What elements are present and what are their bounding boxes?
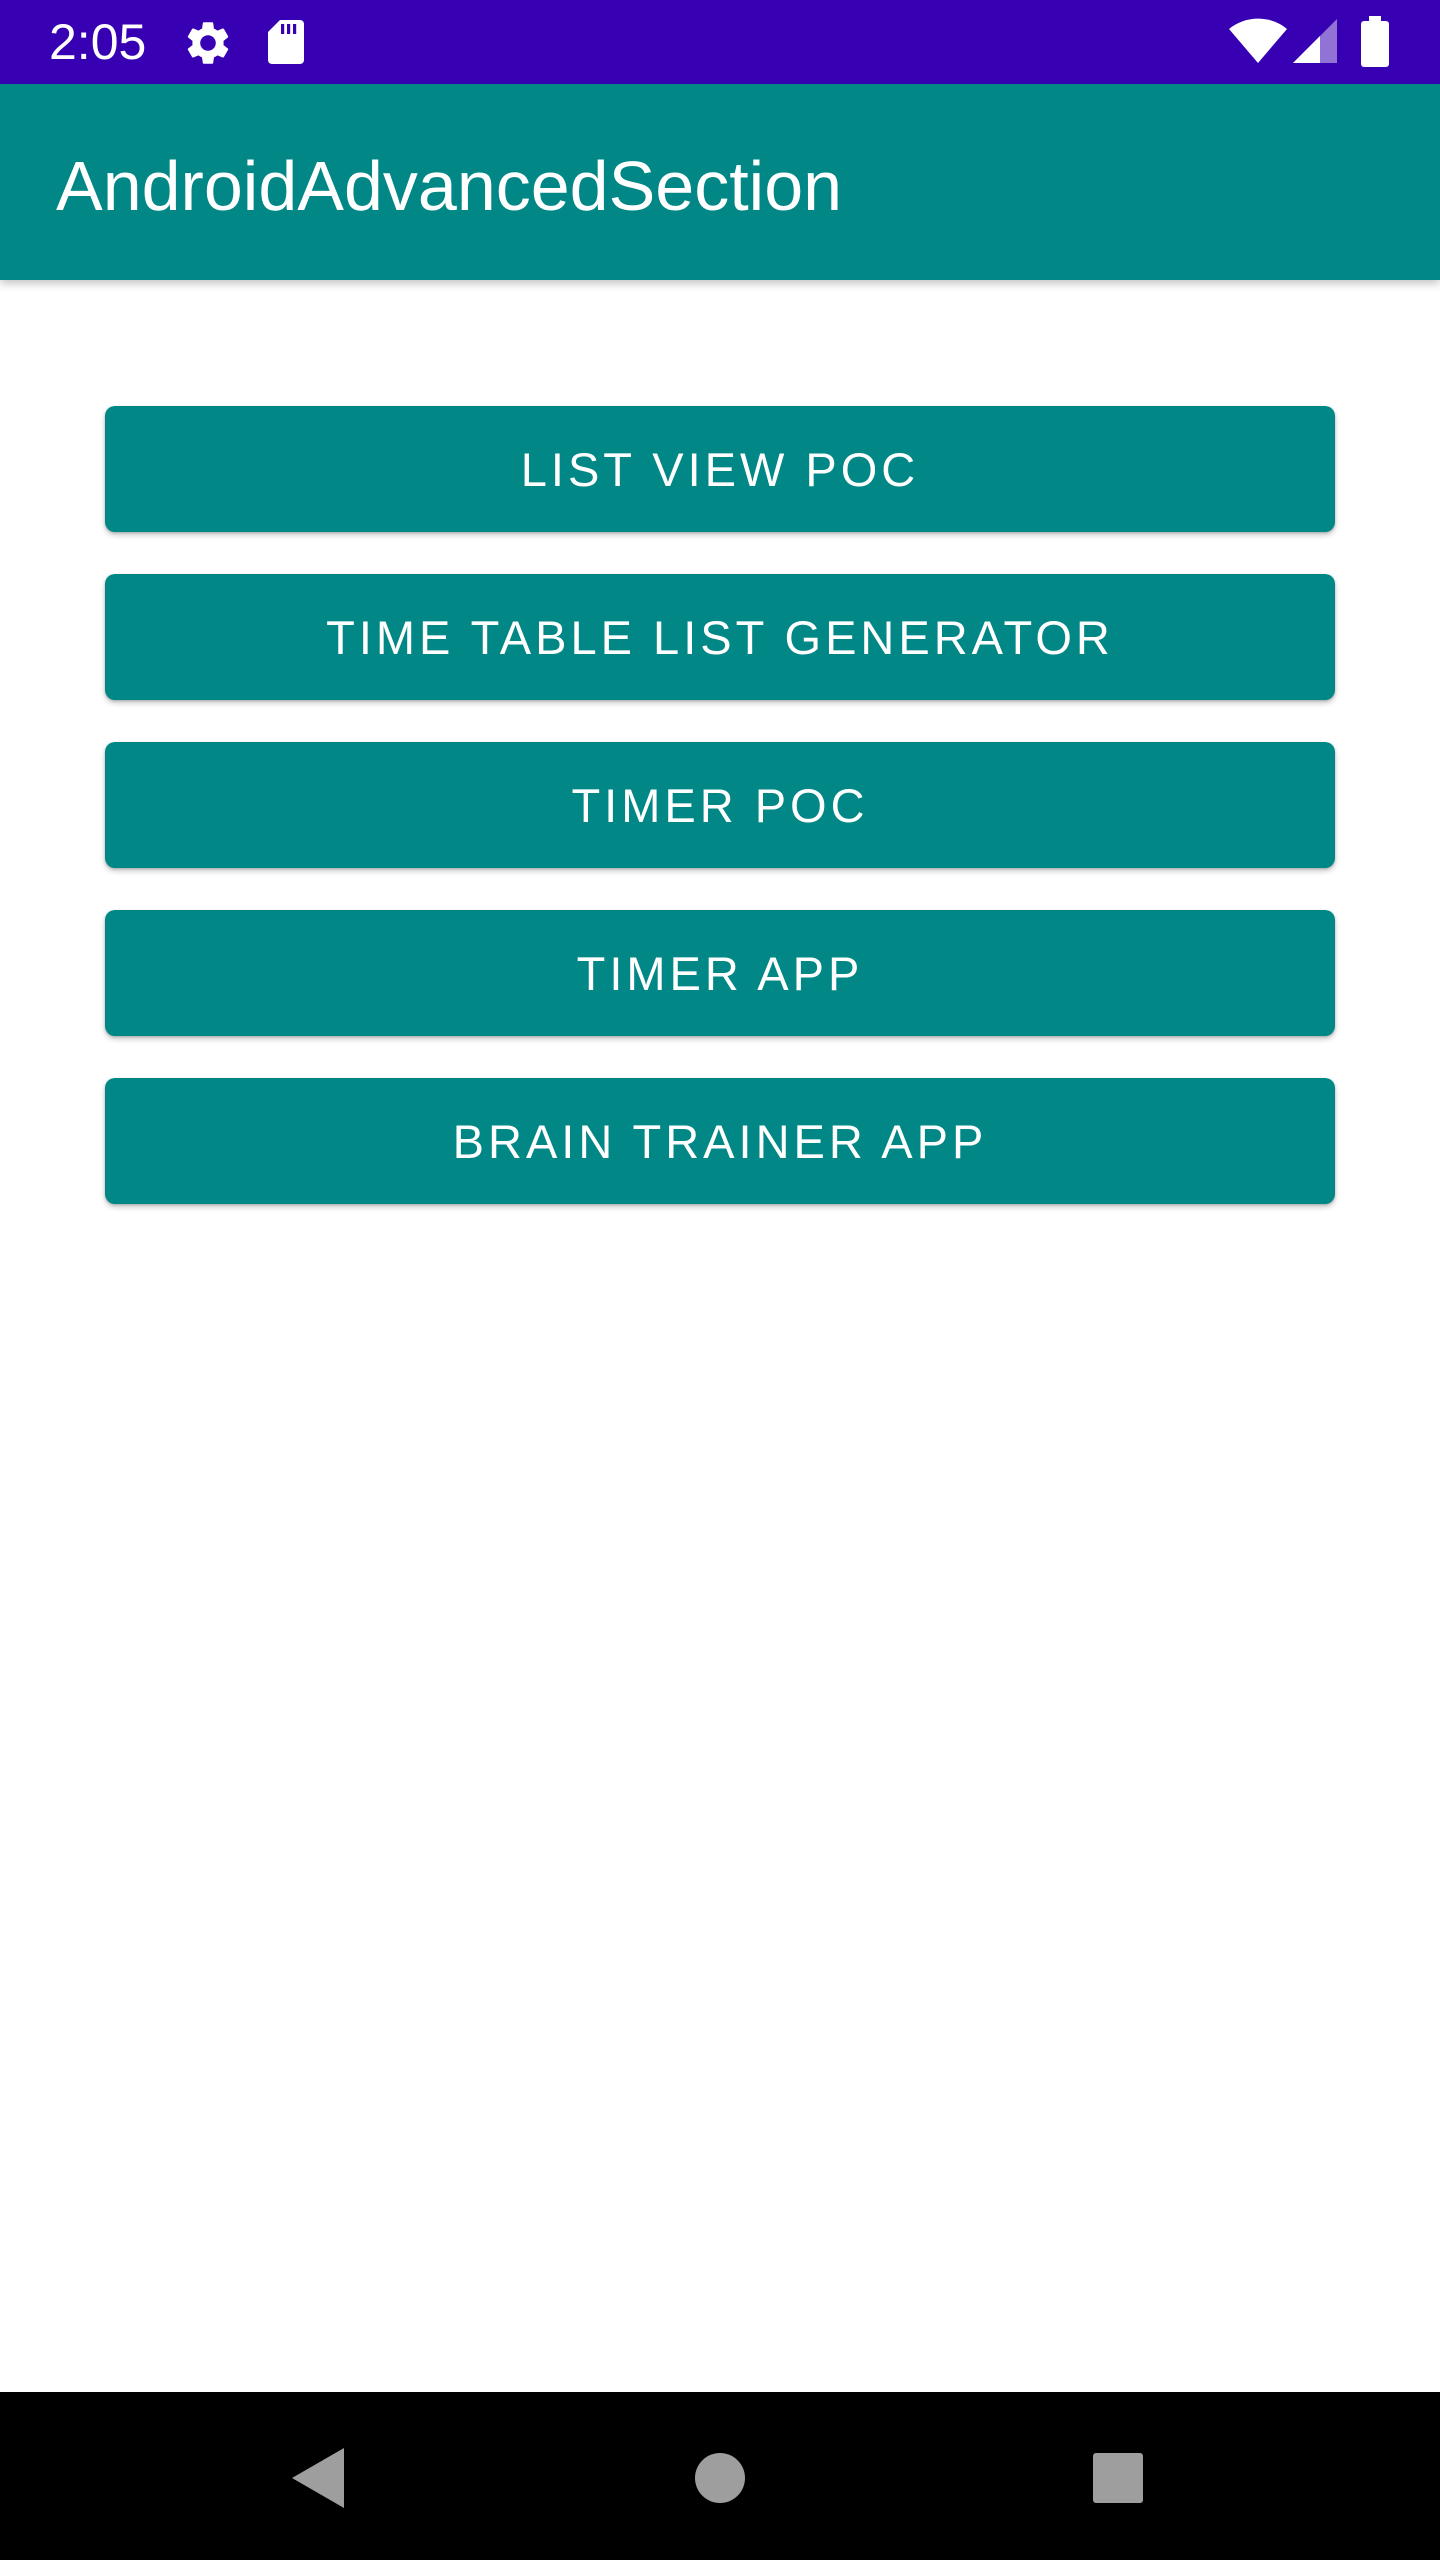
home-icon[interactable] [694,2452,746,2504]
brain-trainer-app-button[interactable]: BRAIN TRAINER APP [105,1078,1335,1204]
app-screen: 2:05 AndroidAdvancedSection LIST VIEW PO… [0,0,1440,2560]
list-view-poc-button[interactable]: LIST VIEW POC [105,406,1335,532]
back-icon[interactable] [290,2446,346,2510]
gear-icon [187,22,229,64]
app-title: AndroidAdvancedSection [56,147,843,225]
battery-icon [1361,16,1389,67]
status-time: 2:05 [49,14,147,70]
signal-icon [1293,19,1337,63]
recents-icon[interactable] [1092,2452,1144,2504]
status-bar: 2:05 [0,0,1440,84]
timer-app-button[interactable]: TIMER APP [105,910,1335,1036]
time-table-list-generator-button[interactable]: TIME TABLE LIST GENERATOR [105,574,1335,700]
timer-poc-button[interactable]: TIMER POC [105,742,1335,868]
wifi-icon [1229,18,1287,64]
navigation-bar [0,2392,1440,2560]
app-bar: AndroidAdvancedSection [0,84,1440,280]
sdcard-icon [268,20,304,64]
